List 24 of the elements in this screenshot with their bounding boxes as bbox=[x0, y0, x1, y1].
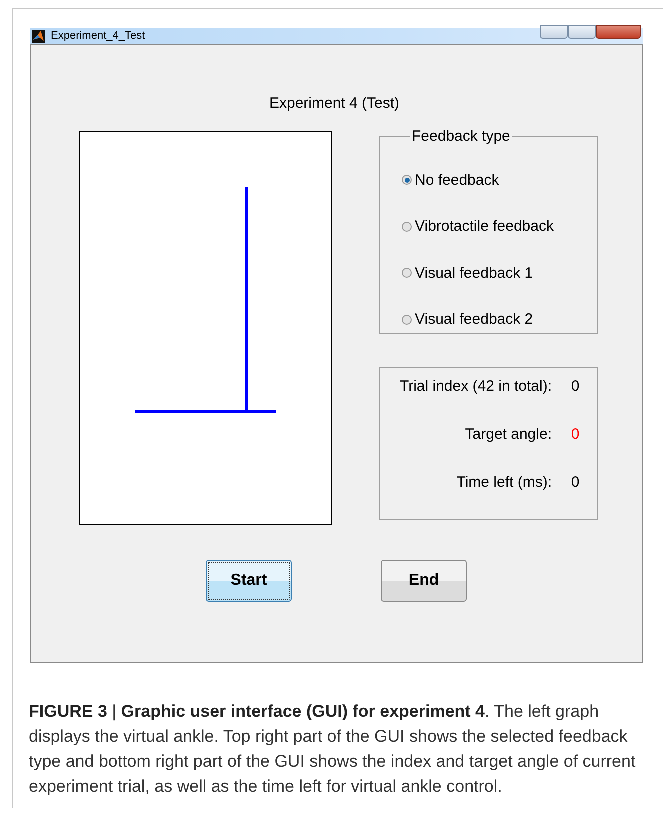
option-label: Vibrotactile feedback bbox=[415, 218, 554, 236]
close-button[interactable] bbox=[596, 25, 641, 39]
end-button[interactable]: End bbox=[381, 560, 467, 602]
field-value: 0 bbox=[571, 426, 580, 443]
start-button[interactable]: Start bbox=[206, 560, 292, 602]
radio-option[interactable]: Vibrotactile feedback bbox=[402, 204, 554, 250]
minimize-button[interactable] bbox=[540, 25, 568, 39]
figure-caption: FIGURE 3 | Graphic user interface (GUI) for experiment 4. The left graph displays the virtual ankle. Top right part of the GUI shows the selected feedback type and bottom right part of the GUI shows the index and target angle of current experiment trial, as well as the time left for virtual ankle control. bbox=[29, 701, 637, 798]
field-label: Time left (ms): bbox=[456, 474, 552, 491]
maximize-button[interactable] bbox=[568, 25, 596, 39]
radio-option[interactable]: Visual feedback 2 bbox=[402, 296, 534, 343]
option-label: Visual feedback 2 bbox=[415, 311, 534, 328]
group-title: Feedback type bbox=[411, 128, 512, 145]
option-label: No feedback bbox=[415, 172, 500, 189]
window-title: Experiment_4_Test bbox=[51, 30, 146, 42]
panel-heading: Experiment 4 (Test) bbox=[268, 95, 401, 112]
field-label: Target angle: bbox=[465, 426, 552, 443]
radio-option[interactable]: Visual feedback 1 bbox=[402, 250, 534, 296]
app-icon bbox=[32, 30, 45, 42]
option-label: Visual feedback 1 bbox=[415, 264, 534, 282]
field-value: 0 bbox=[571, 378, 580, 395]
field-value: 0 bbox=[571, 474, 580, 491]
radio-option[interactable]: No feedback bbox=[402, 157, 500, 204]
field-label: Trial index (42 in total): bbox=[400, 378, 552, 395]
